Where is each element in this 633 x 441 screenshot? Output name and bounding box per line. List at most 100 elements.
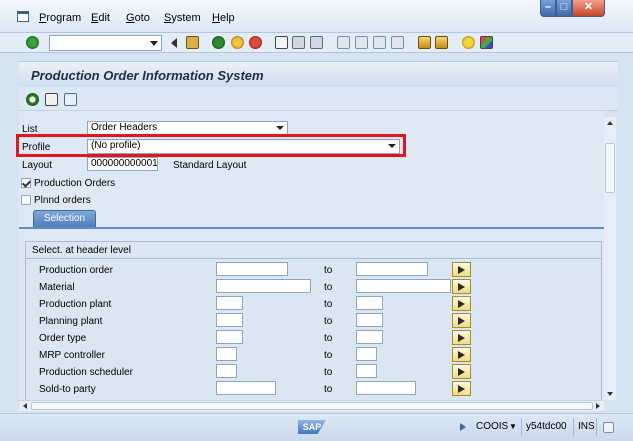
page-title: Production Order Information System bbox=[31, 68, 264, 83]
sold-to-party-multiple-selection-button[interactable] bbox=[452, 381, 471, 396]
selection-row-sold-to-party: Sold-to party to bbox=[26, 381, 601, 398]
selection-group-title: Select. at header level bbox=[32, 245, 131, 256]
material-multiple-selection-button[interactable] bbox=[452, 279, 471, 294]
selection-group: Select. at header level Production order… bbox=[25, 241, 602, 401]
command-dropdown-icon[interactable] bbox=[150, 41, 158, 46]
close-button[interactable]: ✕ bbox=[572, 0, 605, 17]
layout-field[interactable]: 000000000001 bbox=[87, 157, 158, 171]
layout-menu-icon[interactable] bbox=[480, 36, 493, 49]
mrp-controller-to-input[interactable] bbox=[356, 347, 377, 361]
vertical-scroll-thumb[interactable] bbox=[605, 143, 615, 193]
to-label: to bbox=[324, 350, 333, 361]
production-plant-label: Production plant bbox=[39, 299, 112, 310]
last-page-icon[interactable] bbox=[391, 36, 404, 49]
shortcut-icon[interactable] bbox=[435, 36, 448, 49]
transaction-dropdown-icon[interactable]: ▼ bbox=[509, 422, 517, 431]
list-dropdown[interactable]: Order Headers bbox=[87, 121, 288, 135]
sold-to-party-label: Sold-to party bbox=[39, 384, 96, 395]
cancel-icon[interactable] bbox=[249, 36, 262, 49]
scroll-right-icon[interactable] bbox=[596, 403, 600, 409]
status-bar: SAP COOIS ▼ y54tdc00 INS bbox=[0, 413, 633, 441]
to-label: to bbox=[324, 316, 333, 327]
production-order-from-input[interactable] bbox=[216, 262, 288, 276]
planned-orders-checkbox[interactable] bbox=[21, 195, 31, 205]
sold-to-party-from-input[interactable] bbox=[216, 381, 276, 395]
sold-to-party-to-input[interactable] bbox=[356, 381, 416, 395]
insert-mode[interactable]: INS bbox=[578, 421, 595, 432]
production-order-label: Production order bbox=[39, 265, 113, 276]
production-scheduler-multiple-selection-button[interactable] bbox=[452, 364, 471, 379]
list-dropdown-arrow-icon[interactable] bbox=[276, 126, 284, 130]
production-scheduler-from-input[interactable] bbox=[216, 364, 237, 378]
status-separator bbox=[573, 418, 574, 436]
menu-system[interactable]: System bbox=[164, 12, 201, 24]
material-to-input[interactable] bbox=[356, 279, 451, 293]
mrp-controller-from-input[interactable] bbox=[216, 347, 237, 361]
menu-help[interactable]: Help bbox=[212, 12, 235, 24]
back-arrow-icon[interactable] bbox=[171, 38, 177, 48]
to-label: to bbox=[324, 299, 333, 310]
to-label: to bbox=[324, 384, 333, 395]
order-type-from-input[interactable] bbox=[216, 330, 243, 344]
planning-plant-label: Planning plant bbox=[39, 316, 103, 327]
horizontal-scrollbar[interactable] bbox=[19, 400, 604, 411]
find-next-icon[interactable] bbox=[310, 36, 323, 49]
planning-plant-multiple-selection-button[interactable] bbox=[452, 313, 471, 328]
tab-selection[interactable]: Selection bbox=[33, 210, 96, 227]
minimize-button[interactable]: – bbox=[540, 0, 556, 17]
get-variant-icon[interactable] bbox=[45, 93, 58, 106]
production-scheduler-to-input[interactable] bbox=[356, 364, 377, 378]
menu-program[interactable]: Program bbox=[39, 12, 81, 24]
menu-edit[interactable]: Edit bbox=[91, 12, 110, 24]
app-menu-icon[interactable] bbox=[17, 11, 29, 22]
status-options-icon[interactable] bbox=[603, 422, 614, 433]
planning-plant-from-input[interactable] bbox=[216, 313, 243, 327]
layout-label: Layout bbox=[22, 160, 53, 171]
next-page-icon[interactable] bbox=[373, 36, 386, 49]
status-expand-icon[interactable] bbox=[460, 423, 466, 431]
help-icon[interactable] bbox=[462, 36, 475, 49]
execute-icon[interactable] bbox=[26, 93, 39, 106]
previous-page-icon[interactable] bbox=[355, 36, 368, 49]
enter-icon[interactable] bbox=[26, 36, 39, 49]
to-label: to bbox=[324, 367, 333, 378]
to-label: to bbox=[324, 333, 333, 344]
server-name: y54tdc00 bbox=[526, 421, 567, 432]
maximize-button[interactable]: □ bbox=[556, 0, 572, 17]
mrp-controller-multiple-selection-button[interactable] bbox=[452, 347, 471, 362]
command-field[interactable] bbox=[49, 35, 162, 51]
vertical-scrollbar[interactable] bbox=[604, 117, 616, 400]
to-label: to bbox=[324, 265, 333, 276]
application-toolbar bbox=[19, 87, 618, 111]
production-plant-from-input[interactable] bbox=[216, 296, 243, 310]
production-plant-to-input[interactable] bbox=[356, 296, 383, 310]
profile-highlight-box bbox=[16, 134, 406, 157]
horizontal-scroll-thumb[interactable] bbox=[31, 402, 593, 410]
production-order-multiple-selection-button[interactable] bbox=[452, 262, 471, 277]
multiple-selection-icon[interactable] bbox=[64, 93, 77, 106]
menu-goto[interactable]: Goto bbox=[126, 12, 150, 24]
print-icon[interactable] bbox=[275, 36, 288, 49]
production-orders-label: Production Orders bbox=[34, 178, 116, 189]
find-icon[interactable] bbox=[292, 36, 305, 49]
order-type-multiple-selection-button[interactable] bbox=[452, 330, 471, 345]
scroll-up-icon[interactable] bbox=[607, 121, 613, 125]
planned-orders-label: Plnnd orders bbox=[34, 195, 91, 206]
material-from-input[interactable] bbox=[216, 279, 311, 293]
menu-bar: Program Edit Goto System Help – □ ✕ bbox=[0, 0, 633, 33]
scroll-down-icon[interactable] bbox=[607, 392, 613, 396]
production-order-to-input[interactable] bbox=[356, 262, 428, 276]
order-type-to-input[interactable] bbox=[356, 330, 383, 344]
production-plant-multiple-selection-button[interactable] bbox=[452, 296, 471, 311]
scroll-left-icon[interactable] bbox=[23, 403, 27, 409]
selection-row-planning-plant: Planning plant to bbox=[26, 313, 601, 330]
create-session-icon[interactable] bbox=[418, 36, 431, 49]
planning-plant-to-input[interactable] bbox=[356, 313, 383, 327]
back-icon[interactable] bbox=[212, 36, 225, 49]
save-icon[interactable] bbox=[186, 36, 199, 49]
first-page-icon[interactable] bbox=[337, 36, 350, 49]
status-separator bbox=[596, 418, 597, 436]
transaction-code[interactable]: COOIS bbox=[476, 421, 508, 432]
exit-icon[interactable] bbox=[231, 36, 244, 49]
production-orders-checkbox[interactable] bbox=[21, 178, 31, 188]
